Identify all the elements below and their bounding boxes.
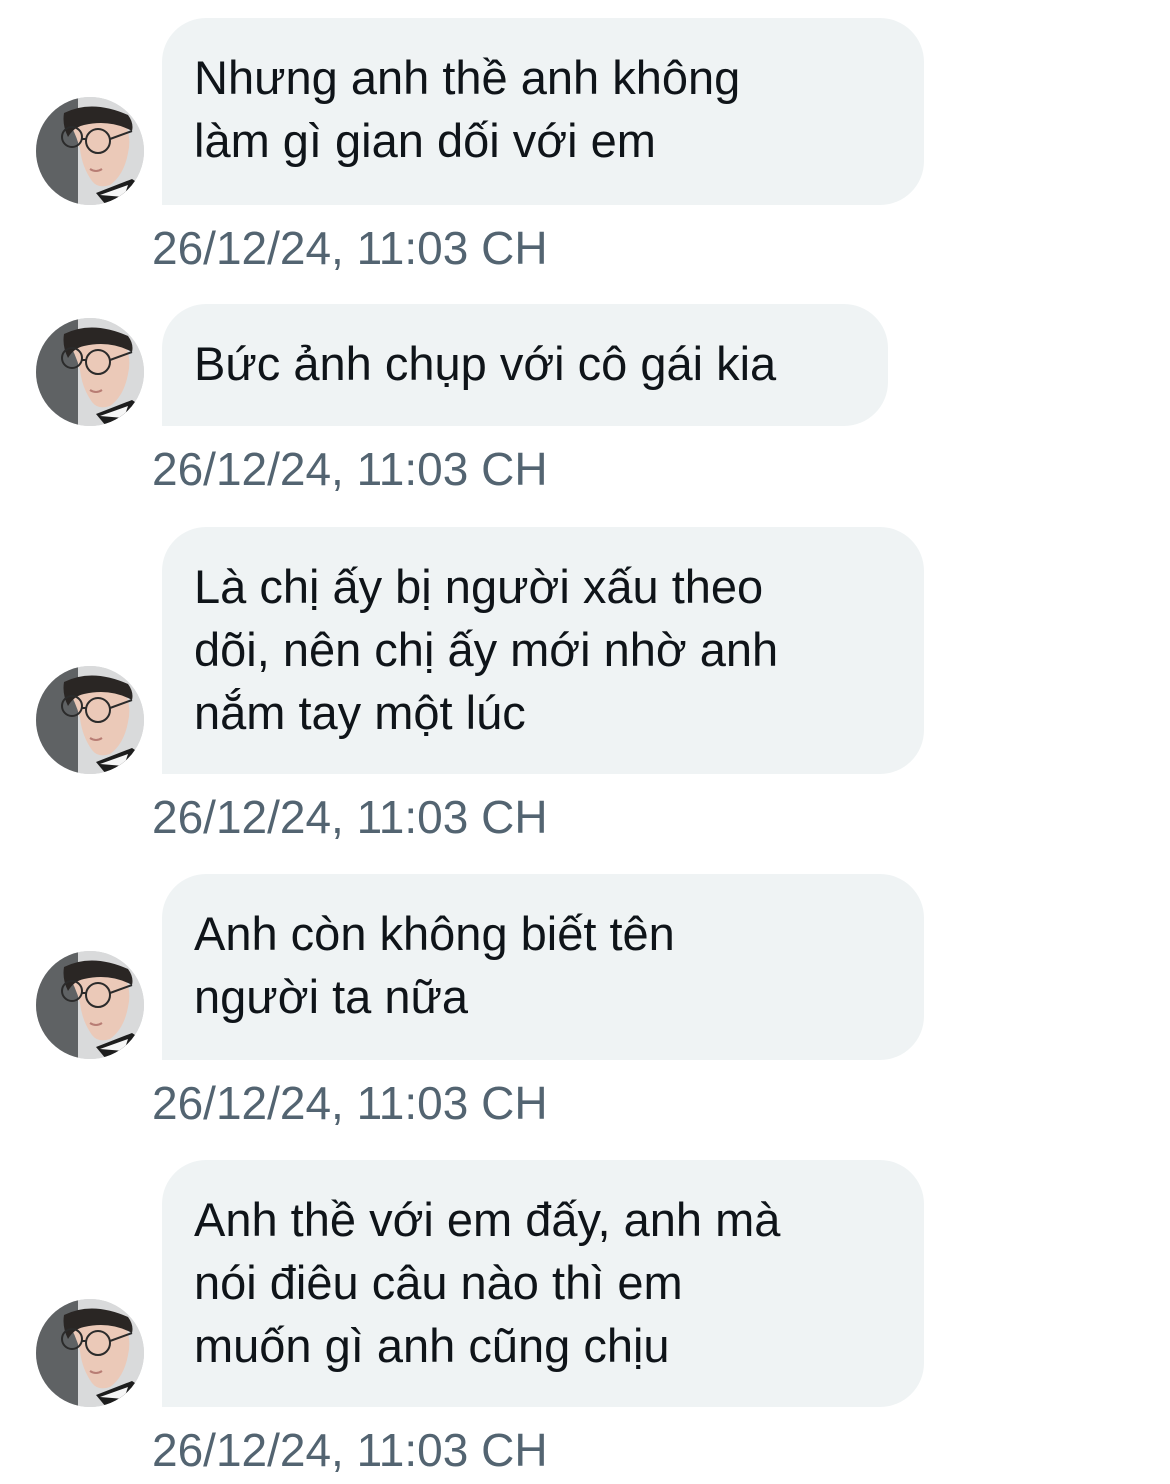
message-text-line: Nhưng anh thề anh không (194, 51, 741, 104)
sender-avatar[interactable] (36, 318, 144, 426)
avatar-photo-icon (36, 666, 144, 774)
message-text-line: Anh còn không biết tên (194, 907, 675, 960)
message-text-line: muốn gì anh cũng chịu (194, 1319, 670, 1372)
message-bubble[interactable]: Bức ảnh chụp với cô gái kia (162, 304, 888, 426)
message-text-line: làm gì gian dối với em (194, 114, 656, 167)
message-text-line: nói điêu câu nào thì em (194, 1256, 683, 1309)
message-text-line: Anh thề với em đấy, anh mà (194, 1193, 781, 1246)
message-bubble[interactable]: Nhưng anh thề anh không làm gì gian dối … (162, 18, 924, 205)
message-text-line: Là chị ấy bị người xấu theo (194, 560, 764, 613)
message-timestamp: 26/12/24, 11:03 CH (152, 443, 548, 495)
message-text-line: dõi, nên chị ấy mới nhờ anh (194, 623, 779, 676)
avatar-photo-icon (36, 97, 144, 205)
avatar-photo-icon (36, 1299, 144, 1407)
message-timestamp: 26/12/24, 11:03 CH (152, 222, 548, 274)
message-timestamp: 26/12/24, 11:03 CH (152, 1077, 548, 1129)
avatar-photo-icon (36, 318, 144, 426)
message-bubble[interactable]: Là chị ấy bị người xấu theo dõi, nên chị… (162, 527, 924, 774)
sender-avatar[interactable] (36, 1299, 144, 1407)
avatar-photo-icon (36, 951, 144, 1059)
sender-avatar[interactable] (36, 97, 144, 205)
message-timestamp: 26/12/24, 11:03 CH (152, 791, 548, 843)
message-bubble[interactable]: Anh còn không biết tên người ta nữa (162, 874, 924, 1060)
sender-avatar[interactable] (36, 951, 144, 1059)
message-bubble[interactable]: Anh thề với em đấy, anh mà nói điêu câu … (162, 1160, 924, 1407)
sender-avatar[interactable] (36, 666, 144, 774)
message-timestamp: 26/12/24, 11:03 CH (152, 1424, 548, 1476)
message-text-line: Bức ảnh chụp với cô gái kia (194, 337, 777, 390)
message-text-line: nắm tay một lúc (194, 686, 526, 739)
message-thread: Nhưng anh thề anh không làm gì gian dối … (0, 0, 1170, 1484)
message-text-line: người ta nữa (194, 970, 469, 1023)
